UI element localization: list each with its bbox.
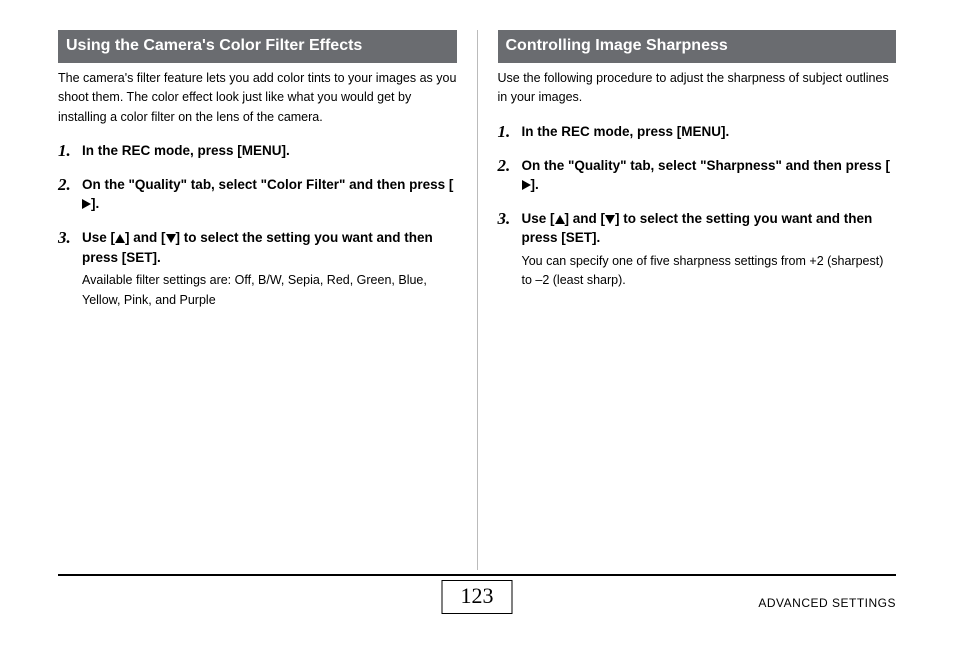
step-item: 1. In the REC mode, press [MENU].: [58, 141, 457, 161]
steps-right: 1. In the REC mode, press [MENU]. 2. On …: [498, 122, 897, 291]
intro-left: The camera's filter feature lets you add…: [58, 69, 457, 127]
step-text: Use [] and [] to select the setting you …: [82, 228, 457, 267]
step-text: Use [] and [] to select the setting you …: [522, 209, 897, 248]
up-arrow-icon: [115, 234, 125, 243]
page-body: Using the Camera's Color Filter Effects …: [0, 0, 954, 546]
step-number: 2.: [58, 175, 82, 214]
steps-left: 1. In the REC mode, press [MENU]. 2. On …: [58, 141, 457, 310]
step-item: 1. In the REC mode, press [MENU].: [498, 122, 897, 142]
footer-label: ADVANCED SETTINGS: [758, 596, 896, 610]
step-number: 3.: [498, 209, 522, 291]
step-text: On the "Quality" tab, select "Color Filt…: [82, 175, 457, 214]
down-arrow-icon: [166, 234, 176, 243]
step-item: 3. Use [] and [] to select the setting y…: [58, 228, 457, 310]
left-column: Using the Camera's Color Filter Effects …: [58, 30, 477, 546]
step-number: 3.: [58, 228, 82, 310]
up-arrow-icon: [555, 215, 565, 224]
step-item: 3. Use [] and [] to select the setting y…: [498, 209, 897, 291]
footer-rule: [58, 574, 896, 576]
section-heading-right: Controlling Image Sharpness: [498, 30, 897, 63]
right-arrow-icon: [82, 199, 91, 209]
step-text: In the REC mode, press [MENU].: [522, 122, 897, 142]
step-number: 1.: [58, 141, 82, 161]
right-column: Controlling Image Sharpness Use the foll…: [478, 30, 897, 546]
step-number: 2.: [498, 156, 522, 195]
right-arrow-icon: [522, 180, 531, 190]
step-note: You can specify one of five sharpness se…: [522, 252, 897, 291]
step-number: 1.: [498, 122, 522, 142]
page-number: 123: [442, 580, 513, 614]
page-footer: 123 ADVANCED SETTINGS: [58, 574, 896, 620]
step-note: Available filter settings are: Off, B/W,…: [82, 271, 457, 310]
down-arrow-icon: [605, 215, 615, 224]
step-item: 2. On the "Quality" tab, select "Color F…: [58, 175, 457, 214]
step-item: 2. On the "Quality" tab, select "Sharpne…: [498, 156, 897, 195]
section-heading-left: Using the Camera's Color Filter Effects: [58, 30, 457, 63]
intro-right: Use the following procedure to adjust th…: [498, 69, 897, 108]
step-text: In the REC mode, press [MENU].: [82, 141, 457, 161]
step-text: On the "Quality" tab, select "Sharpness"…: [522, 156, 897, 195]
